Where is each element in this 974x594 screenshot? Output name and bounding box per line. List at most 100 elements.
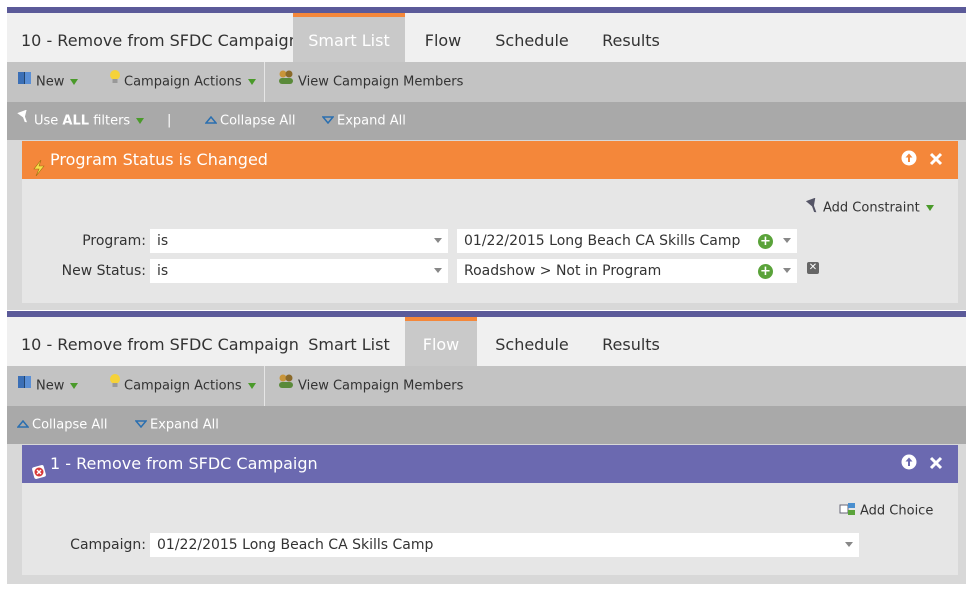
tab-smart-list[interactable]: Smart List	[293, 317, 405, 366]
use-filters-menu[interactable]: Use ALL filters	[17, 102, 145, 140]
smart-list-panel: 10 - Remove from SFDC Campaign Smart Lis…	[7, 7, 966, 310]
use-suffix: filters	[89, 113, 131, 129]
flow-panel: 10 - Remove from SFDC Campaign Smart Lis…	[7, 311, 966, 584]
people-icon	[277, 366, 295, 406]
arrow-up-circle-icon[interactable]	[901, 142, 917, 180]
collapse-label: Collapse All	[220, 113, 296, 129]
use-bold: ALL	[62, 113, 90, 129]
chevron-down-icon	[925, 205, 934, 211]
toolbar-divider	[264, 366, 265, 406]
new-status-value-select[interactable]: Roadshow > Not in Program	[457, 259, 797, 283]
funnel-icon	[17, 102, 31, 140]
campaign-name: 10 - Remove from SFDC Campaign	[21, 31, 299, 50]
tab-bar: 10 - Remove from SFDC Campaign Smart Lis…	[7, 317, 966, 366]
triangle-up-icon	[16, 406, 30, 444]
chevron-down-icon	[783, 268, 791, 273]
campaign-actions-label: Campaign Actions	[124, 74, 242, 90]
program-value-select[interactable]: 01/22/2015 Long Beach CA Skills Camp	[457, 229, 797, 253]
campaign-actions-label: Campaign Actions	[124, 378, 242, 394]
collapse-all-button[interactable]: Collapse All	[16, 406, 108, 444]
trigger-card-header[interactable]: Program Status is Changed	[22, 141, 958, 179]
expand-label: Expand All	[150, 417, 219, 433]
triangle-up-icon	[204, 102, 218, 140]
tab-flow[interactable]: Flow	[405, 317, 477, 366]
card-header-icons	[901, 445, 946, 484]
chevron-down-icon	[247, 79, 256, 85]
tab-smart-list[interactable]: Smart List	[293, 13, 405, 62]
new-status-value: Roadshow > Not in Program	[464, 263, 662, 279]
filter-bar: Use ALL filters | Collapse All Expand Al…	[7, 102, 966, 140]
new-status-operator-value: is	[157, 263, 169, 279]
expand-all-button[interactable]: Expand All	[134, 406, 219, 444]
new-menu[interactable]: New	[17, 366, 79, 406]
choice-icon	[839, 502, 857, 520]
tab-results[interactable]: Results	[591, 13, 671, 62]
trigger-title: Program Status is Changed	[50, 150, 268, 169]
funnel-icon	[805, 197, 820, 218]
campaign-label: Campaign:	[70, 537, 146, 553]
view-members-label: View Campaign Members	[298, 378, 464, 394]
toolbar-divider	[264, 62, 265, 102]
new-label: New	[36, 74, 65, 90]
program-operator-value: is	[157, 233, 169, 249]
expand-label: Expand All	[337, 113, 406, 129]
filter-separator: |	[167, 113, 172, 128]
people-icon	[277, 62, 295, 102]
chevron-down-icon	[70, 79, 79, 85]
close-icon[interactable]	[929, 142, 943, 180]
campaign-actions-menu[interactable]: Campaign Actions	[109, 62, 256, 102]
book-icon	[17, 366, 33, 406]
x-box-icon[interactable]: ✕	[807, 262, 819, 274]
book-icon	[17, 62, 33, 102]
new-status-label: New Status:	[61, 263, 146, 279]
tab-flow[interactable]: Flow	[411, 13, 475, 62]
collapse-label: Collapse All	[32, 417, 108, 433]
flow-step-header[interactable]: 1 - Remove from SFDC Campaign	[22, 445, 958, 483]
triangle-down-icon	[321, 102, 335, 140]
new-label: New	[36, 378, 65, 394]
chevron-down-icon	[247, 383, 256, 389]
use-prefix: Use	[34, 113, 63, 129]
chevron-down-icon	[783, 238, 791, 243]
flow-bar: Collapse All Expand All	[7, 406, 966, 444]
new-status-operator-select[interactable]: is	[150, 259, 448, 283]
campaign-actions-menu[interactable]: Campaign Actions	[109, 366, 256, 406]
tab-schedule[interactable]: Schedule	[485, 13, 579, 62]
chevron-down-icon	[845, 542, 853, 547]
campaign-name: 10 - Remove from SFDC Campaign	[21, 335, 299, 354]
close-icon[interactable]	[929, 446, 943, 484]
campaign-select[interactable]: 01/22/2015 Long Beach CA Skills Camp	[150, 533, 859, 557]
add-choice-button[interactable]: Add Choice	[839, 502, 933, 520]
collapse-all-button[interactable]: Collapse All	[204, 102, 296, 140]
trigger-card-body: Add Constraint Program: is 01/22/2015 Lo…	[22, 179, 958, 303]
card-header-icons	[901, 141, 946, 180]
add-constraint-button[interactable]: Add Constraint	[805, 197, 934, 218]
expand-all-button[interactable]: Expand All	[321, 102, 406, 140]
program-operator-select[interactable]: is	[150, 229, 448, 253]
add-choice-label: Add Choice	[860, 503, 934, 519]
flow-step-title: 1 - Remove from SFDC Campaign	[50, 454, 318, 473]
chevron-down-icon	[434, 238, 442, 243]
new-menu[interactable]: New	[17, 62, 79, 102]
program-value: 01/22/2015 Long Beach CA Skills Camp	[464, 233, 741, 249]
view-members-label: View Campaign Members	[298, 74, 464, 90]
flow-step-body: Add Choice Campaign: 01/22/2015 Long Bea…	[22, 483, 958, 575]
tab-schedule[interactable]: Schedule	[485, 317, 579, 366]
triangle-down-icon	[134, 406, 148, 444]
lightbulb-icon	[109, 366, 121, 406]
program-label: Program:	[82, 233, 146, 249]
chevron-down-icon	[70, 383, 79, 389]
view-campaign-members-button[interactable]: View Campaign Members	[277, 62, 463, 102]
add-constraint-label: Add Constraint	[823, 200, 920, 216]
view-campaign-members-button[interactable]: View Campaign Members	[277, 366, 463, 406]
chevron-down-icon	[136, 118, 145, 124]
tab-results[interactable]: Results	[591, 317, 671, 366]
toolbar: New Campaign Actions View Campaign Membe…	[7, 366, 966, 406]
plus-circle-icon[interactable]: +	[758, 234, 773, 249]
arrow-up-circle-icon[interactable]	[901, 446, 917, 484]
plus-circle-icon[interactable]: +	[758, 264, 773, 279]
lightbulb-icon	[109, 62, 121, 102]
chevron-down-icon	[434, 268, 442, 273]
tab-bar: 10 - Remove from SFDC Campaign Smart Lis…	[7, 13, 966, 62]
toolbar: New Campaign Actions View Campaign Membe…	[7, 62, 966, 102]
